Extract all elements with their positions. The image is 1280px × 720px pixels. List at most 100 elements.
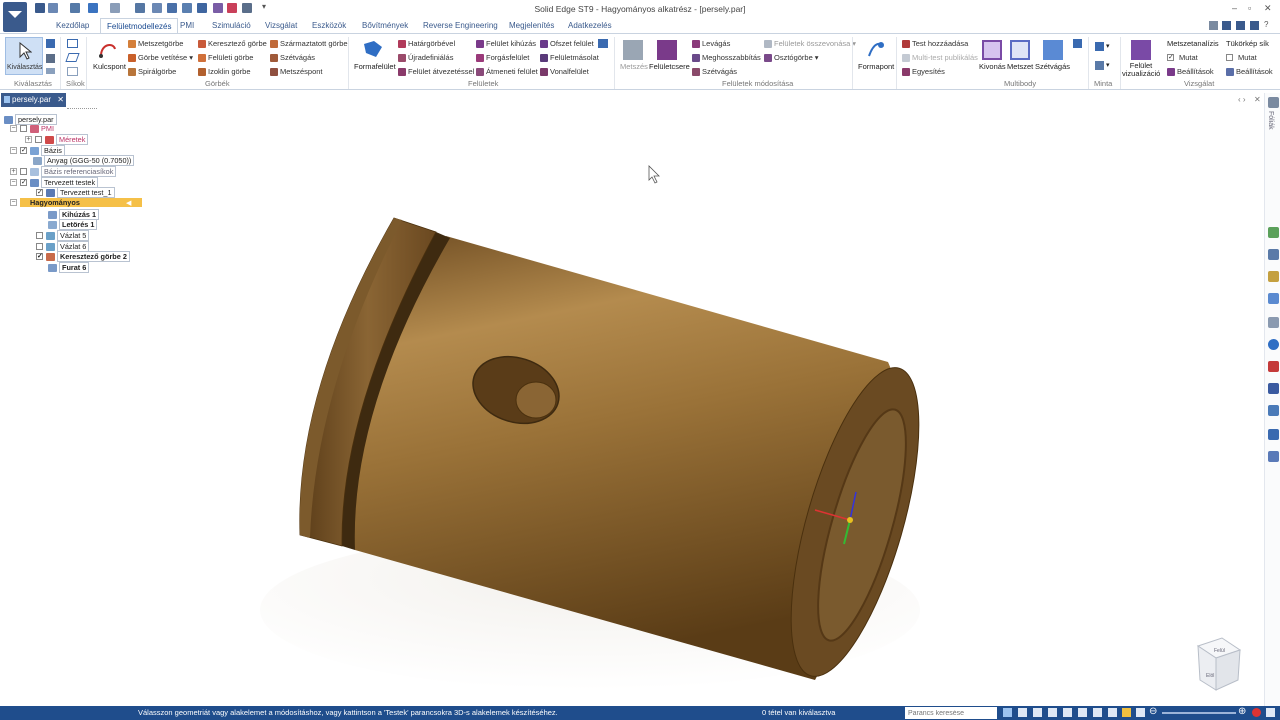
checkbox-icon[interactable] bbox=[36, 232, 43, 239]
facebook-icon[interactable] bbox=[1268, 383, 1279, 394]
multibody-more-icon[interactable] bbox=[1073, 39, 1082, 48]
test-hozzaadasa-button[interactable]: Test hozzáadása bbox=[902, 39, 968, 48]
pattern-icon[interactable] bbox=[1095, 42, 1104, 51]
metszet-label[interactable]: Metszet bbox=[1007, 62, 1033, 71]
mutat-checkbox-1[interactable]: ✓ Mutat bbox=[1167, 53, 1198, 62]
subtract-icon[interactable] bbox=[982, 40, 1002, 60]
select-button[interactable]: Kiválasztás bbox=[5, 37, 43, 75]
status-more-icon[interactable] bbox=[1266, 708, 1275, 717]
tree-feature-letores[interactable]: Letörés 1 bbox=[48, 219, 98, 230]
layout-icon[interactable] bbox=[1250, 21, 1259, 30]
keresztezo-gorbe-button[interactable]: Keresztező görbe bbox=[198, 39, 267, 48]
style-icon[interactable] bbox=[1122, 708, 1131, 717]
pan-icon[interactable] bbox=[1063, 708, 1072, 717]
szetvagas-button[interactable]: Szétvágás bbox=[692, 67, 737, 76]
tab-scroll-icon[interactable]: ‹ › bbox=[1238, 95, 1246, 104]
close-tab-icon[interactable]: ✕ bbox=[57, 95, 64, 104]
kivonas-label[interactable]: Kivonás bbox=[979, 62, 1006, 71]
3d-viewport[interactable]: Felül Elöl bbox=[150, 110, 1260, 706]
tab-pmi[interactable]: PMI bbox=[180, 21, 194, 30]
surface-visualization-icon[interactable] bbox=[1131, 40, 1151, 60]
ofszet-felulet-button[interactable]: Ofszet felület bbox=[540, 39, 594, 48]
gorbe-vetitese-button[interactable]: Görbe vetítése ▾ bbox=[128, 53, 193, 62]
vonalfelulet-button[interactable]: Vonalfelület bbox=[540, 67, 589, 76]
metszespont-button[interactable]: Metszéspont bbox=[270, 67, 323, 76]
youtube-icon[interactable] bbox=[1268, 361, 1279, 372]
plane-parallel-icon[interactable] bbox=[67, 67, 78, 76]
zoom-icon[interactable] bbox=[1048, 708, 1057, 717]
checkbox-icon[interactable]: ✓ bbox=[20, 147, 27, 154]
rollback-marker-icon[interactable]: ◀ bbox=[126, 199, 131, 207]
command-search-input[interactable] bbox=[905, 707, 997, 719]
tree-meretek[interactable]: + Méretek bbox=[25, 134, 89, 145]
zoom-area-icon[interactable] bbox=[1033, 708, 1042, 717]
checkbox-icon[interactable] bbox=[35, 136, 42, 143]
close-all-icon[interactable]: ✕ bbox=[1254, 95, 1261, 104]
mirror-pattern-icon[interactable] bbox=[1095, 61, 1104, 70]
select-filter-icon[interactable] bbox=[46, 39, 55, 48]
restore-icon[interactable]: ▫ bbox=[1248, 3, 1251, 13]
help-circle-icon[interactable] bbox=[1268, 339, 1279, 350]
orient-icon[interactable] bbox=[1108, 708, 1117, 717]
atmeneti-felulet-button[interactable]: Átmeneti felület bbox=[476, 67, 538, 76]
spiralgorbe-button[interactable]: Spirálgörbe bbox=[128, 67, 176, 76]
checkbox-icon[interactable]: ✓ bbox=[20, 179, 27, 186]
share-icon[interactable] bbox=[1268, 429, 1279, 440]
go-icon[interactable] bbox=[1003, 708, 1012, 717]
multi-test-publikalas-button[interactable]: Multi-test publikálás bbox=[902, 53, 978, 62]
forgasfelulet-button[interactable]: Forgásfelület bbox=[476, 53, 529, 62]
szarmaztatott-gorbe-button[interactable]: Származtatott görbe bbox=[270, 39, 348, 48]
display-icon[interactable] bbox=[1136, 708, 1145, 717]
select-mode-icon[interactable] bbox=[46, 54, 55, 63]
fit-icon[interactable] bbox=[1018, 708, 1027, 717]
surface-more-icon[interactable] bbox=[598, 39, 608, 48]
tab-szimulacio[interactable]: Szimuláció bbox=[212, 21, 251, 30]
community-icon[interactable] bbox=[1268, 405, 1279, 416]
mirror-dropdown-icon[interactable]: ▾ bbox=[1106, 61, 1110, 69]
close-icon[interactable]: ✕ bbox=[1264, 3, 1272, 14]
pattern-dropdown-icon[interactable]: ▾ bbox=[1106, 42, 1110, 50]
record-icon[interactable] bbox=[1252, 708, 1261, 717]
expand-icon[interactable]: + bbox=[10, 168, 17, 175]
beallitasok-button-1[interactable]: Beállítások bbox=[1167, 67, 1214, 76]
felulet-atvezetessel-button[interactable]: Felület átvezetéssel bbox=[398, 67, 474, 76]
plane-angle-icon[interactable] bbox=[65, 53, 80, 62]
izoklin-gorbe-button[interactable]: Izoklin görbe bbox=[198, 67, 251, 76]
tab-eszkozok[interactable]: Eszközök bbox=[312, 21, 346, 30]
tab-bovitmenyek[interactable]: Bővítmények bbox=[362, 21, 408, 30]
egyesites-button[interactable]: Egyesítés bbox=[902, 67, 945, 76]
checkbox-icon[interactable]: ✓ bbox=[36, 253, 43, 260]
options-icon[interactable] bbox=[1236, 21, 1245, 30]
shape-point-icon[interactable] bbox=[866, 39, 886, 59]
rotate-icon[interactable] bbox=[1078, 708, 1087, 717]
body-split-icon[interactable] bbox=[1043, 40, 1063, 60]
ribbon-collapse-icon[interactable]: ? bbox=[1264, 20, 1268, 29]
collapse-icon[interactable]: − bbox=[10, 147, 17, 154]
tab-kezdolap[interactable]: Kezdőlap bbox=[56, 21, 89, 30]
checkbox-icon[interactable] bbox=[20, 125, 27, 132]
collapse-icon[interactable]: − bbox=[10, 199, 17, 206]
tab-vizsgalat[interactable]: Vizsgálat bbox=[265, 21, 297, 30]
tree-feature-keresztezo-gorbe[interactable]: ✓ Keresztező görbe 2 bbox=[36, 251, 130, 262]
tree-bazis-ref[interactable]: + Bázis referenciasíkok bbox=[10, 166, 117, 177]
mutat-checkbox-2[interactable]: Mutat bbox=[1226, 53, 1257, 62]
view-icon[interactable] bbox=[1093, 708, 1102, 717]
keypoint-curve-icon[interactable] bbox=[98, 39, 118, 59]
felulet-vizualizacio-label[interactable]: Felület vizualizáció bbox=[1122, 62, 1160, 78]
intersect-icon[interactable] bbox=[1010, 40, 1030, 60]
layers-icon[interactable] bbox=[1268, 97, 1279, 108]
tree-hagyomanyos[interactable]: − Hagyományos ◀ bbox=[10, 198, 142, 207]
feluletmasolat-button[interactable]: Felületmásolat bbox=[540, 53, 599, 62]
tab-reverse-engineering[interactable]: Reverse Engineering bbox=[423, 21, 498, 30]
minimize-icon[interactable]: – bbox=[1232, 3, 1237, 13]
tab-megjelenites[interactable]: Megjelenítés bbox=[509, 21, 554, 30]
layers-label[interactable]: Fóliák bbox=[1267, 111, 1274, 130]
feluletcsere-label[interactable]: Felületcsere bbox=[649, 62, 690, 71]
kulcspont-label[interactable]: Kulcspont bbox=[93, 62, 126, 71]
help-icon[interactable] bbox=[1209, 21, 1218, 30]
tree-pmi[interactable]: − PMI bbox=[10, 124, 54, 133]
checkbox-icon[interactable] bbox=[20, 168, 27, 175]
meghosszabbitas-button[interactable]: Meghosszabbítás bbox=[692, 53, 761, 62]
collapse-icon[interactable]: − bbox=[10, 125, 17, 132]
zoom-in-icon[interactable]: ⊕ bbox=[1238, 706, 1246, 717]
